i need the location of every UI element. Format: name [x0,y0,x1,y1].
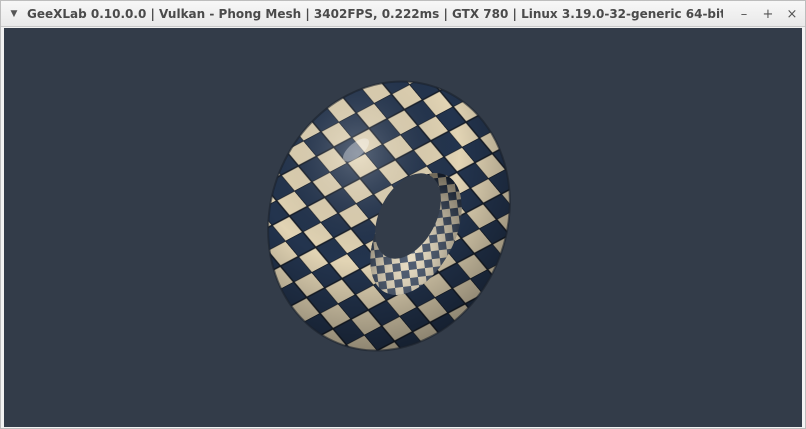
torus-mesh [244,58,544,378]
render-viewport[interactable] [4,28,802,427]
triangle-down-icon: ▼ [10,9,18,19]
title-bar[interactable]: ▼ GeeXLab 0.10.0.0 | Vulkan - Phong Mesh… [1,1,805,27]
app-window: ▼ GeeXLab 0.10.0.0 | Vulkan - Phong Mesh… [0,0,806,429]
close-button[interactable]: × [783,5,801,23]
minimize-button[interactable]: – [735,5,753,23]
scene-canvas [244,58,544,378]
maximize-icon: + [762,6,774,22]
maximize-button[interactable]: + [759,5,777,23]
window-menu-button[interactable]: ▼ [7,7,21,21]
window-title: GeeXLab 0.10.0.0 | Vulkan - Phong Mesh |… [27,7,723,21]
window-controls: – + × [735,5,801,23]
minimize-icon: – [740,6,748,22]
close-icon: × [786,6,798,22]
